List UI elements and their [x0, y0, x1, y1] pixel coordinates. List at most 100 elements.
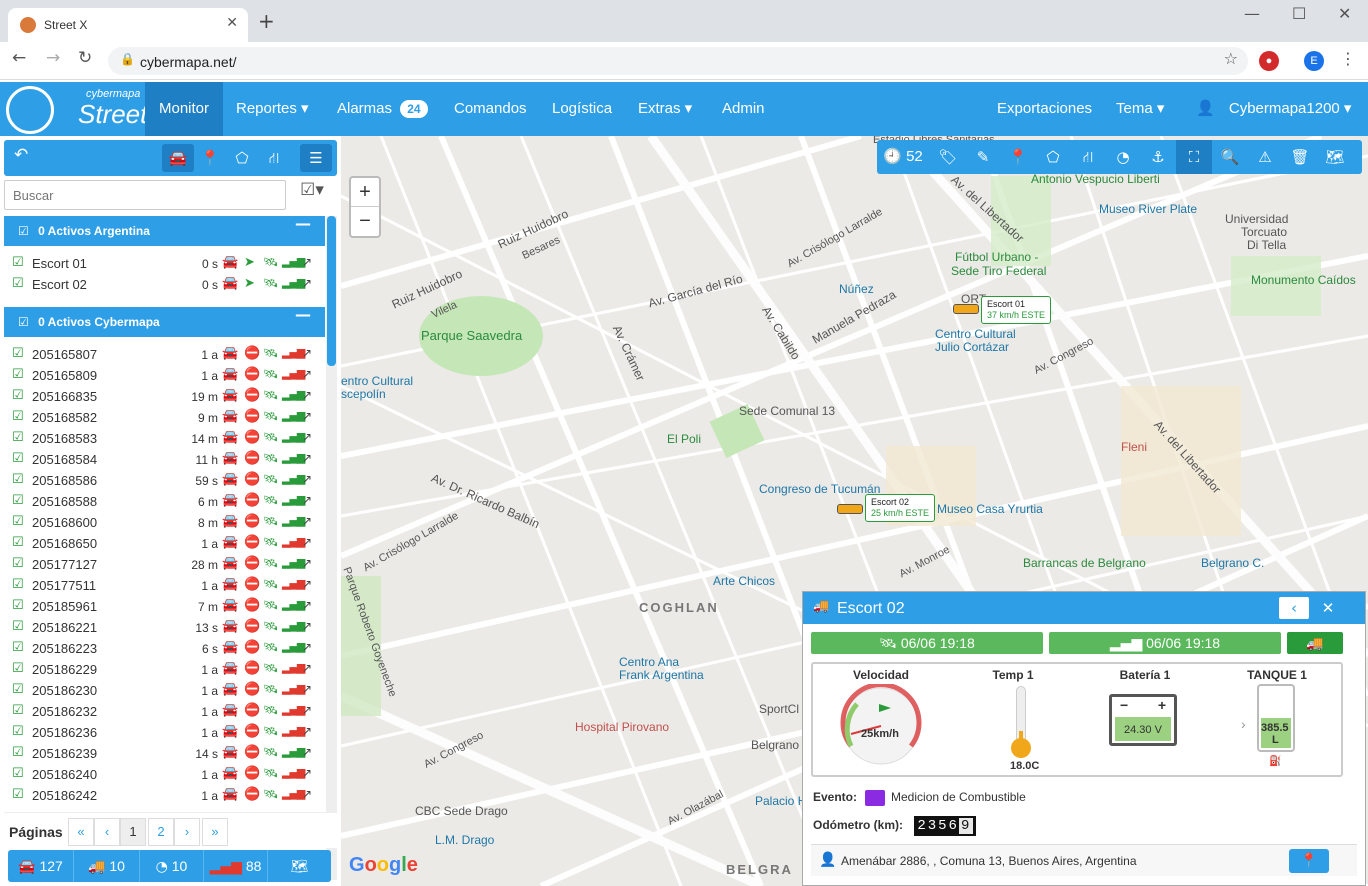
- vehicle-name[interactable]: 205168586: [32, 473, 97, 488]
- share-icon[interactable]: ↗: [302, 256, 312, 268]
- share-icon[interactable]: ↗: [302, 494, 312, 506]
- vehicle-name[interactable]: 205186230: [32, 683, 97, 698]
- count-cars[interactable]: 🚘 127: [8, 850, 74, 882]
- back-icon[interactable]: ←: [12, 50, 26, 67]
- vehicle-name[interactable]: 205168583: [32, 431, 97, 446]
- vehicle-name[interactable]: 205165809: [32, 368, 97, 383]
- bookmark-star-icon[interactable]: ☆: [1224, 51, 1238, 67]
- vehicle-check-icon[interactable]: ☑: [12, 347, 24, 360]
- vehicle-check-icon[interactable]: ☑: [12, 683, 24, 696]
- search-icon[interactable]: 🔍: [1213, 140, 1247, 174]
- vehicle-check-icon[interactable]: ☑: [12, 578, 24, 591]
- share-icon[interactable]: ↗: [302, 536, 312, 548]
- vehicle-row[interactable]: ☑ 205168650 1 a 🚘 ⛔ 🛰 ▂▄▆ ↗: [4, 533, 325, 554]
- checklist-filter-icon[interactable]: ☑▾: [290, 182, 334, 210]
- share-icon[interactable]: ↗: [302, 347, 312, 359]
- page-last-button[interactable]: »: [202, 818, 228, 846]
- vehicle-check-icon[interactable]: ☑: [12, 452, 24, 465]
- nav-logistica[interactable]: Logística: [538, 82, 626, 136]
- undo-icon[interactable]: ↶: [14, 147, 28, 164]
- vehicle-check-icon[interactable]: ☑: [12, 557, 24, 570]
- history-button[interactable]: 🕘 52: [877, 140, 929, 174]
- info-close-button[interactable]: ✕: [1313, 597, 1343, 619]
- vehicle-badge-escort-02[interactable]: Escort 02 25 km/h ESTE: [865, 494, 936, 522]
- vehicle-check-icon[interactable]: ☑: [12, 410, 24, 423]
- map-layers-icon[interactable]: 🗺: [1318, 140, 1352, 174]
- vehicle-name[interactable]: 205186242: [32, 788, 97, 803]
- forward-icon[interactable]: →: [46, 50, 60, 67]
- vehicle-check-icon[interactable]: ☑: [12, 620, 24, 633]
- vehicle-name[interactable]: 205186239: [32, 746, 97, 761]
- nav-comandos[interactable]: Comandos: [440, 82, 541, 136]
- share-icon[interactable]: ↗: [302, 277, 312, 289]
- sidebar-scrollbar[interactable]: [326, 216, 337, 880]
- nav-extras[interactable]: Extras ▾: [624, 82, 706, 136]
- vehicle-name[interactable]: 205177127: [32, 557, 97, 572]
- vehicle-row[interactable]: ☑ 205186230 1 a 🚘 ⛔ 🛰 ▂▄▆ ↗: [4, 680, 325, 701]
- vehicle-check-icon[interactable]: ☑: [12, 704, 24, 717]
- app-logo[interactable]: cybermapa Street: [6, 84, 147, 134]
- share-icon[interactable]: ↗: [302, 746, 312, 758]
- vehicle-check-icon[interactable]: ☑: [12, 277, 24, 290]
- profile-avatar[interactable]: E: [1304, 51, 1324, 71]
- count-map[interactable]: 🗺: [268, 850, 331, 882]
- vehicle-row[interactable]: ☑ 205168583 14 m 🚘 ⛔ 🛰 ▂▄▆ ↗: [4, 428, 325, 449]
- vehicle-row[interactable]: ☑ 205177511 1 a 🚘 ⛔ 🛰 ▂▄▆ ↗: [4, 575, 325, 596]
- share-icon[interactable]: ↗: [302, 368, 312, 380]
- nav-reportes[interactable]: Reportes ▾: [222, 82, 323, 136]
- vehicle-check-icon[interactable]: ☑: [12, 662, 24, 675]
- map-view[interactable]: + − Parque Saavedra COGHLAN BELGRA Núñez…: [341, 136, 1368, 886]
- vehicle-row[interactable]: ☑ 205186236 1 a 🚘 ⛔ 🛰 ▂▄▆ ↗: [4, 722, 325, 743]
- vehicle-check-icon[interactable]: ☑: [12, 494, 24, 507]
- vehicle-row[interactable]: ☑ 205168582 9 m 🚘 ⛔ 🛰 ▂▄▆ ↗: [4, 407, 325, 428]
- vehicle-check-icon[interactable]: ☑: [12, 473, 24, 486]
- road-filter-icon[interactable]: ⛙: [258, 144, 290, 172]
- locate-button[interactable]: 📍: [1289, 849, 1329, 873]
- group-check-icon[interactable]: ☑: [18, 225, 29, 237]
- vehicle-row[interactable]: ☑ 205166835 19 m 🚘 ⛔ 🛰 ▂▄▆ ↗: [4, 386, 325, 407]
- share-icon[interactable]: ↗: [302, 662, 312, 674]
- share-icon[interactable]: ↗: [302, 683, 312, 695]
- nav-admin[interactable]: Admin: [708, 82, 779, 136]
- page-first-button[interactable]: «: [68, 818, 94, 846]
- vehicle-check-icon[interactable]: ☑: [12, 641, 24, 654]
- vehicle-name[interactable]: Escort 02: [32, 277, 87, 292]
- vehicle-name[interactable]: 205186223: [32, 641, 97, 656]
- vehicle-row[interactable]: ☑ 205186229 1 a 🚘 ⛔ 🛰 ▂▄▆ ↗: [4, 659, 325, 680]
- page-next-button[interactable]: ›: [174, 818, 200, 846]
- vehicle-row[interactable]: ☑ 205168584 11 h 🚘 ⛔ 🛰 ▂▄▆ ↗: [4, 449, 325, 470]
- vehicle-row[interactable]: ☑ 205185961 7 m 🚘 ⛔ 🛰 ▂▄▆ ↗: [4, 596, 325, 617]
- vehicle-name[interactable]: 205177511: [32, 578, 96, 593]
- vehicle-check-icon[interactable]: ☑: [12, 767, 24, 780]
- page-prev-button[interactable]: ‹: [94, 818, 120, 846]
- share-icon[interactable]: ↗: [302, 641, 312, 653]
- road-icon[interactable]: ⛙: [1071, 140, 1105, 174]
- share-icon[interactable]: ↗: [302, 599, 312, 611]
- vehicle-name[interactable]: 205168600: [32, 515, 97, 530]
- share-icon[interactable]: ↗: [302, 788, 312, 800]
- polygon-icon[interactable]: ⬠: [1036, 140, 1070, 174]
- vehicle-name[interactable]: 205186229: [32, 662, 97, 677]
- traffic-icon[interactable]: ⚠: [1248, 140, 1282, 174]
- zoom-out-button[interactable]: −: [351, 207, 379, 236]
- list-view-icon[interactable]: ☰: [300, 144, 332, 172]
- pin-icon[interactable]: 📍: [1001, 140, 1035, 174]
- vehicle-type-button[interactable]: 🚚: [1287, 632, 1343, 654]
- trash-icon[interactable]: 🗑: [1283, 140, 1317, 174]
- group-check-icon[interactable]: ☑: [18, 316, 29, 328]
- vehicle-check-icon[interactable]: ☑: [12, 725, 24, 738]
- vehicle-name[interactable]: 205168650: [32, 536, 97, 551]
- fit-bounds-icon[interactable]: ⛶: [1176, 140, 1212, 174]
- browser-tab[interactable]: Street X ✕: [8, 8, 248, 42]
- vehicle-marker-escort-02[interactable]: [837, 504, 863, 514]
- share-icon[interactable]: ↗: [302, 515, 312, 527]
- group-header-cybermapa[interactable]: ☑ 0 Activos Cybermapa —: [4, 307, 325, 337]
- share-icon[interactable]: ↗: [302, 410, 312, 422]
- vehicle-name[interactable]: Escort 01: [32, 256, 87, 271]
- vehicle-row[interactable]: ☑ 205186232 1 a 🚘 ⛔ 🛰 ▂▄▆ ↗: [4, 701, 325, 722]
- search-input[interactable]: [4, 180, 286, 210]
- vehicle-name[interactable]: 205168582: [32, 410, 97, 425]
- speedometer-icon[interactable]: ◔: [1106, 140, 1140, 174]
- tag-icon[interactable]: 🏷: [931, 140, 965, 174]
- vehicle-row[interactable]: ☑ 205186221 13 s 🚘 ⛔ 🛰 ▂▄▆ ↗: [4, 617, 325, 638]
